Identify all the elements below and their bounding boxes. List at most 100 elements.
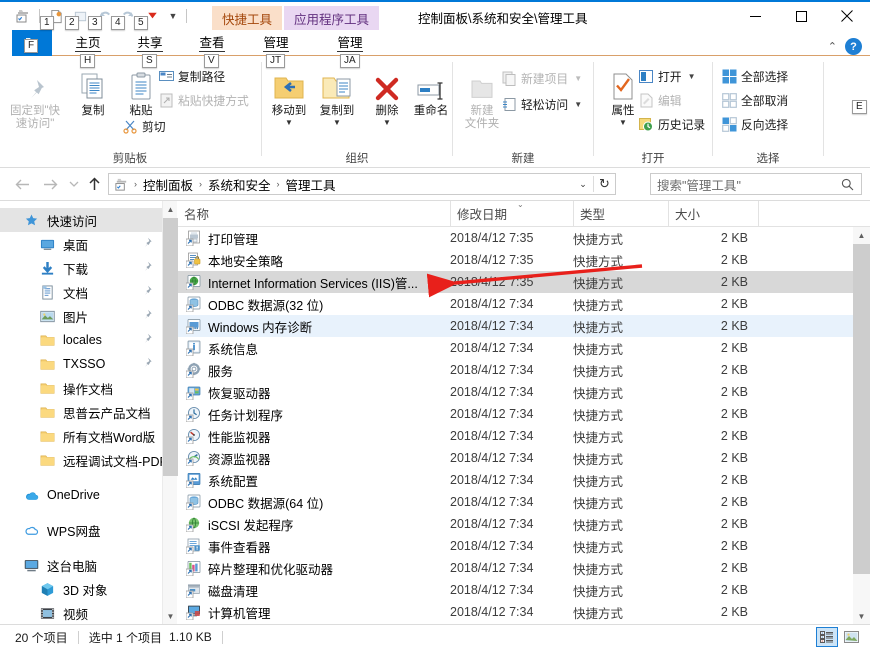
search-box[interactable]: 搜索"管理工具" <box>650 173 862 195</box>
table-row[interactable]: 系统配置2018/4/12 7:34快捷方式2 KB <box>178 469 853 491</box>
copy-button[interactable]: 复制 <box>66 64 120 118</box>
table-row[interactable]: ODBC 数据源(64 位)2018/4/12 7:34快捷方式2 KB <box>178 491 853 513</box>
table-row[interactable]: Windows 内存诊断2018/4/12 7:34快捷方式2 KB <box>178 315 853 337</box>
table-row[interactable]: 打印管理2018/4/12 7:35快捷方式2 KB <box>178 227 853 249</box>
navigation-scrollbar[interactable]: ▲ ▼ <box>162 201 177 625</box>
select-all-button[interactable]: 全部选择 <box>721 68 788 85</box>
cut-button[interactable]: 剪切 <box>122 118 166 135</box>
help-button[interactable]: ? <box>845 38 862 55</box>
contextual-tab-shortcut-tools[interactable]: 快捷工具 <box>212 6 282 32</box>
select-none-button[interactable]: 全部取消 <box>721 92 788 109</box>
column-header-type[interactable]: 类型 <box>573 201 668 226</box>
close-button[interactable] <box>824 2 870 30</box>
breadcrumb-item-2[interactable]: 管理工具 <box>285 175 337 194</box>
table-row[interactable]: 性能监视器2018/4/12 7:34快捷方式2 KB <box>178 425 853 447</box>
refresh-icon[interactable]: ↻ <box>593 176 615 192</box>
pin-to-quick-access-button[interactable]: 固定到"快 速访问" <box>8 64 62 131</box>
pin-icon[interactable] <box>142 237 152 251</box>
file-scroll-down-button[interactable]: ▼ <box>853 608 870 625</box>
table-row[interactable]: 本地安全策略2018/4/12 7:35快捷方式2 KB <box>178 249 853 271</box>
new-item-button[interactable]: 新建项目 ▼ <box>501 70 582 87</box>
back-button[interactable] <box>12 174 32 194</box>
sidebar-item-12[interactable]: WPS网盘 <box>0 518 162 542</box>
table-row[interactable]: iSCSI 发起程序2018/4/12 7:34快捷方式2 KB <box>178 513 853 535</box>
table-row[interactable]: 恢复驱动器2018/4/12 7:34快捷方式2 KB <box>178 381 853 403</box>
sidebar-item-3[interactable]: 文档 <box>0 280 162 304</box>
sidebar-item-2[interactable]: 下载 <box>0 256 162 280</box>
sidebar-item-0[interactable]: 快速访问 <box>0 208 162 232</box>
maximize-button[interactable] <box>778 2 824 30</box>
table-row[interactable]: 事件查看器2018/4/12 7:34快捷方式2 KB <box>178 535 853 557</box>
file-scroll-thumb[interactable] <box>853 244 870 574</box>
nav-scroll-down-button[interactable]: ▼ <box>163 608 178 625</box>
copy-to-button[interactable]: 复制到 ▼ <box>310 64 364 127</box>
paste-shortcut-button[interactable]: 粘贴快捷方式 <box>158 92 249 109</box>
sidebar-item-13[interactable]: 这台电脑 <box>0 553 162 577</box>
forward-button[interactable] <box>40 174 60 194</box>
sidebar-item-4[interactable]: 图片 <box>0 304 162 328</box>
file-list-scrollbar[interactable]: ▲ ▼ <box>853 227 870 625</box>
address-dropdown-chevron-icon[interactable]: ⌄ <box>573 179 593 190</box>
up-button[interactable] <box>84 174 104 194</box>
tab-share[interactable]: 共享 <box>122 30 178 56</box>
sidebar-item-9[interactable]: 所有文档Word版 <box>0 424 162 448</box>
column-header-size[interactable]: 大小 <box>668 201 758 226</box>
table-row[interactable]: ODBC 数据源(32 位)2018/4/12 7:34快捷方式2 KB <box>178 293 853 315</box>
large-icons-view-button[interactable] <box>840 627 862 647</box>
breadcrumb-item-1[interactable]: 系统和安全 <box>207 175 272 194</box>
sidebar-item-15[interactable]: 视频 <box>0 601 162 625</box>
move-to-button[interactable]: 移动到 ▼ <box>262 64 316 127</box>
breadcrumb-item-0[interactable]: 控制面板 <box>142 175 194 194</box>
edit-button[interactable]: 编辑 <box>638 92 682 109</box>
invert-selection-button[interactable]: 反向选择 <box>721 116 788 133</box>
copy-to-dropdown-chevron-icon[interactable]: ▼ <box>310 118 364 127</box>
table-row[interactable]: 碎片整理和优化驱动器2018/4/12 7:34快捷方式2 KB <box>178 557 853 579</box>
minimize-button[interactable] <box>732 2 778 30</box>
copy-path-button[interactable]: 复制路径 <box>158 68 225 85</box>
qat-customize-chevron-icon[interactable]: ▼ <box>165 6 181 26</box>
tab-manage-shortcut[interactable]: 管理 <box>248 30 304 56</box>
pin-icon[interactable] <box>142 285 152 299</box>
sidebar-item-1[interactable]: 桌面 <box>0 232 162 256</box>
collapse-ribbon-chevron-icon[interactable]: ⌃ <box>828 40 837 53</box>
pin-icon[interactable] <box>142 261 152 275</box>
table-row[interactable]: 资源监视器2018/4/12 7:34快捷方式2 KB <box>178 447 853 469</box>
explorer-system-icon[interactable] <box>12 5 34 27</box>
file-scroll-up-button[interactable]: ▲ <box>853 227 870 244</box>
tab-manage-application[interactable]: 管理 <box>322 30 378 56</box>
sidebar-item-14[interactable]: 3D 对象 <box>0 577 162 601</box>
sidebar-item-7[interactable]: 操作文档 <box>0 376 162 400</box>
rename-button[interactable]: 重命名 <box>404 64 458 118</box>
new-item-dropdown-chevron-icon[interactable]: ▼ <box>574 74 582 83</box>
open-dropdown-chevron-icon[interactable]: ▼ <box>688 72 696 81</box>
open-button[interactable]: 打开 ▼ <box>638 68 696 85</box>
table-row[interactable]: 服务2018/4/12 7:34快捷方式2 KB <box>178 359 853 381</box>
column-header-name[interactable]: 名称 <box>178 201 450 226</box>
nav-scroll-thumb[interactable] <box>163 218 178 476</box>
table-row[interactable]: Internet Information Services (IIS)管...2… <box>178 271 853 293</box>
column-header-empty[interactable] <box>758 201 853 226</box>
sidebar-item-5[interactable]: locales <box>0 328 162 352</box>
sidebar-item-10[interactable]: 远程调试文档-PDF版 <box>0 448 162 472</box>
table-row[interactable]: 任务计划程序2018/4/12 7:34快捷方式2 KB <box>178 403 853 425</box>
table-row[interactable]: 磁盘清理2018/4/12 7:34快捷方式2 KB <box>178 579 853 601</box>
sidebar-item-11[interactable]: OneDrive <box>0 483 162 507</box>
details-view-button[interactable] <box>816 627 838 647</box>
sidebar-item-8[interactable]: 思普云产品文档 <box>0 400 162 424</box>
tab-home[interactable]: 主页 <box>60 30 116 56</box>
table-row[interactable]: 系统信息2018/4/12 7:34快捷方式2 KB <box>178 337 853 359</box>
nav-scroll-up-button[interactable]: ▲ <box>163 201 178 218</box>
pin-icon[interactable] <box>142 309 152 323</box>
column-header-date[interactable]: 修改日期 ⌄ <box>450 201 573 226</box>
pin-icon[interactable] <box>142 333 152 347</box>
search-input[interactable]: 搜索"管理工具" <box>657 175 839 194</box>
recent-locations-button[interactable] <box>64 174 84 194</box>
history-button[interactable]: 历史记录 <box>638 116 705 133</box>
delete-dropdown-chevron-icon[interactable]: ▼ <box>360 118 414 127</box>
address-breadcrumb-bar[interactable]: › 控制面板 › 系统和安全 › 管理工具 ⌄ ↻ <box>108 173 616 195</box>
easy-access-dropdown-chevron-icon[interactable]: ▼ <box>574 100 582 109</box>
sidebar-item-6[interactable]: TXSSO <box>0 352 162 376</box>
tab-view[interactable]: 查看 <box>184 30 240 56</box>
move-to-dropdown-chevron-icon[interactable]: ▼ <box>262 118 316 127</box>
contextual-tab-application-tools[interactable]: 应用程序工具 <box>284 6 379 32</box>
